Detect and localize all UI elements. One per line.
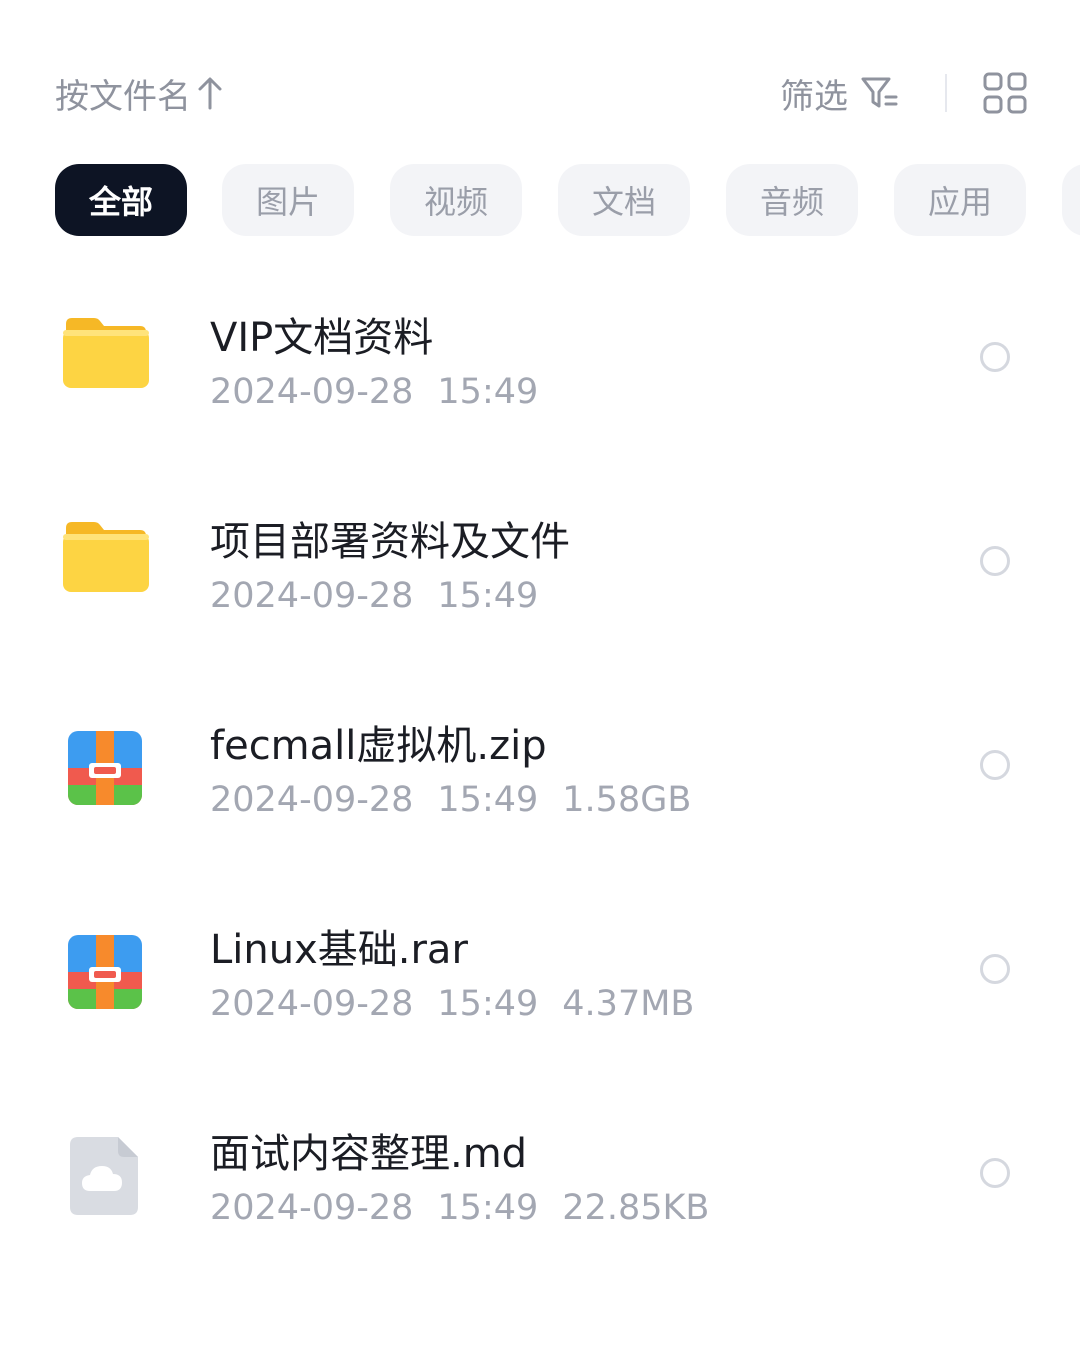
tab-more-partial[interactable] [1062,164,1080,236]
file-meta: 2024-09-28 15:49 4.37MB [210,984,694,1024]
file-date: 2024-09-28 [210,576,414,616]
filter-label: 筛选 [780,76,848,117]
filter-button[interactable]: 筛选 [780,70,898,117]
select-checkbox[interactable] [980,342,1010,372]
file-time: 15:49 [437,372,539,412]
category-tabs: 全部 图片 视频 文档 音频 应用 [0,164,1080,236]
file-name: fecmall虚拟机.zip [210,723,547,769]
file-size: 1.58GB [562,780,692,820]
filter-icon [861,77,898,108]
select-checkbox[interactable] [980,546,1010,576]
tab-all[interactable]: 全部 [55,164,187,236]
sort-label: 按文件名 [55,76,191,117]
tab-images[interactable]: 图片 [222,164,354,236]
file-date: 2024-09-28 [210,984,414,1024]
toolbar: 按文件名 筛选 [0,0,1080,150]
tab-apps[interactable]: 应用 [894,164,1026,236]
file-time: 15:49 [437,1188,539,1228]
sort-by-name-button[interactable]: 按文件名 [55,70,223,117]
file-name: 项目部署资料及文件 [210,519,570,565]
file-name: Linux基础.rar [210,927,468,973]
file-time: 15:49 [437,984,539,1024]
file-row[interactable]: fecmall虚拟机.zip 2024-09-28 15:49 1.58GB [0,663,1080,867]
file-meta: 2024-09-28 15:49 22.85KB [210,1188,709,1228]
file-size: 22.85KB [562,1188,710,1228]
toolbar-divider [945,74,947,112]
folder-icon [63,522,149,592]
tab-audio[interactable]: 音频 [726,164,858,236]
archive-icon [68,935,142,1009]
file-size: 4.37MB [562,984,695,1024]
file-date: 2024-09-28 [210,372,414,412]
select-checkbox[interactable] [980,1158,1010,1188]
file-row[interactable]: VIP文档资料 2024-09-28 15:49 [0,255,1080,459]
file-meta: 2024-09-28 15:49 [210,576,538,616]
file-name: VIP文档资料 [210,315,434,361]
file-time: 15:49 [437,780,539,820]
cloud-document-icon [70,1137,138,1215]
file-date: 2024-09-28 [210,780,414,820]
grid-view-icon[interactable] [983,72,1027,114]
select-checkbox[interactable] [980,750,1010,780]
file-time: 15:49 [437,576,539,616]
folder-icon [63,318,149,388]
file-row[interactable]: Linux基础.rar 2024-09-28 15:49 4.37MB [0,867,1080,1071]
file-date: 2024-09-28 [210,1188,414,1228]
file-manager-screen: 按文件名 筛选 全部 图片 视频 文档 音频 应用 VIP文档资料 2024-0… [0,0,1080,1371]
select-checkbox[interactable] [980,954,1010,984]
file-meta: 2024-09-28 15:49 1.58GB [210,780,691,820]
tab-videos[interactable]: 视频 [390,164,522,236]
file-meta: 2024-09-28 15:49 [210,372,538,412]
arrow-up-icon [198,77,222,110]
file-name: 面试内容整理.md [210,1131,528,1177]
tab-documents[interactable]: 文档 [558,164,690,236]
file-row[interactable]: 面试内容整理.md 2024-09-28 15:49 22.85KB [0,1071,1080,1275]
file-row[interactable]: 项目部署资料及文件 2024-09-28 15:49 [0,459,1080,663]
archive-icon [68,731,142,805]
